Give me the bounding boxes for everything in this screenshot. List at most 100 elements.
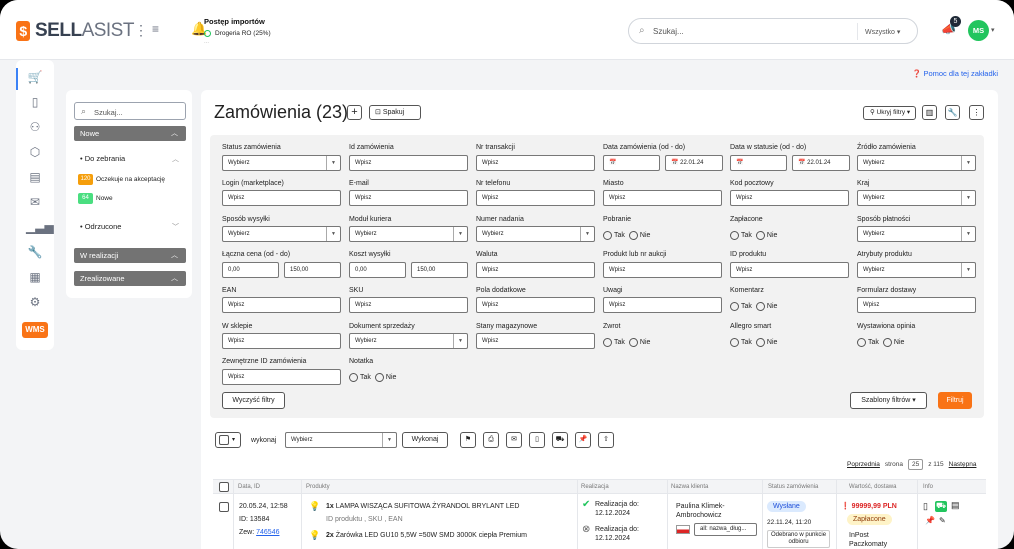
hide-filters-button[interactable]: ⚲ Ukryj filtry ▾ xyxy=(863,106,916,120)
more-vertical-icon[interactable]: ⋮ xyxy=(969,105,984,120)
apply-filter-button[interactable]: Filtruj xyxy=(938,392,972,409)
user-icon[interactable]: ⚇ xyxy=(26,118,44,136)
pay-method-select[interactable]: Wybierz ▼ xyxy=(857,226,976,242)
truck-icon[interactable]: ⛟ xyxy=(552,432,568,448)
print-icon[interactable]: ⎙ xyxy=(483,432,499,448)
select-all-dropdown[interactable]: ▾ xyxy=(215,432,241,448)
ship-cost-from-input[interactable]: 0,00 xyxy=(349,262,406,278)
columns-icon[interactable]: ▥ xyxy=(922,105,937,120)
mail-icon[interactable]: ✉ xyxy=(26,193,44,211)
wrench-icon[interactable]: 🔧 xyxy=(26,243,44,261)
comment-radio[interactable]: Tak Nie xyxy=(730,302,777,311)
truck-icon[interactable]: ⛟ xyxy=(935,501,947,512)
status-date-to[interactable]: 📅 22.01.24 xyxy=(792,155,850,171)
pin-icon[interactable]: 📌 xyxy=(575,432,591,448)
execute-button[interactable]: Wykonaj xyxy=(402,432,448,448)
order-id-input[interactable]: Wpisz xyxy=(349,155,468,171)
more-vertical-icon[interactable]: ⋮ xyxy=(134,22,148,39)
extra-fields-input[interactable]: Wpisz xyxy=(476,297,595,313)
paid-radio[interactable]: Tak Nie xyxy=(730,231,777,240)
import-progress[interactable]: Postęp importów Drogeria RO (25%) ... xyxy=(204,17,271,45)
product-line-1[interactable]: 1x LAMPA WISZĄCA SUFITOWA ŻYRANDOL BRYLA… xyxy=(326,502,519,511)
message-icon[interactable]: ▤ xyxy=(951,501,960,510)
row-checkbox[interactable] xyxy=(219,502,229,512)
sales-doc-select[interactable]: Wybierz ▼ xyxy=(349,333,468,349)
cart-icon[interactable]: 🛒 xyxy=(26,68,44,86)
flag-icon[interactable]: ⚑ xyxy=(460,432,476,448)
subgroup-collect[interactable]: • Do zebrania ︿ xyxy=(80,154,179,163)
ext-id-input[interactable]: Wpisz xyxy=(222,369,341,385)
avatar[interactable]: MS xyxy=(968,20,989,41)
cod-radio[interactable]: Tak Nie xyxy=(603,231,650,240)
filter-templates-button[interactable]: Szablony filtrów ▾ xyxy=(850,392,927,409)
order-date-from[interactable]: 📅 xyxy=(603,155,660,171)
city-input[interactable]: Wpisz xyxy=(603,190,722,206)
ship-cost-to-input[interactable]: 150,00 xyxy=(411,262,468,278)
document-icon[interactable]: ▯ xyxy=(923,502,928,511)
status-select[interactable]: Wybierz ▼ xyxy=(222,155,341,171)
mail-icon[interactable]: ✉ xyxy=(506,432,522,448)
chevron-down-icon[interactable]: ▾ xyxy=(991,26,995,34)
subgroup-rejected[interactable]: • Odrzucone ﹀ xyxy=(80,222,179,231)
wrench-icon[interactable]: 🔧 xyxy=(945,105,960,120)
ship-method-select[interactable]: Wybierz ▼ xyxy=(222,226,341,242)
next-page-link[interactable]: Następna xyxy=(949,461,977,468)
pack-button[interactable]: ⊡ Spakuj xyxy=(369,105,421,120)
search-input[interactable]: Szukaj... xyxy=(653,27,684,36)
return-radio[interactable]: Tak Nie xyxy=(603,338,650,347)
pencil-icon[interactable]: ✎ xyxy=(939,516,946,525)
file-icon[interactable]: ▤ xyxy=(26,168,44,186)
zip-input[interactable]: Wpisz xyxy=(730,190,849,206)
chart-icon[interactable]: ▁▃▅ xyxy=(26,218,54,236)
gear-icon[interactable]: ⚙ xyxy=(26,293,44,311)
attr-select[interactable]: Wybierz ▼ xyxy=(857,262,976,278)
bulk-action-select[interactable]: Wybierz ▼ xyxy=(285,432,397,448)
add-order-button[interactable]: + xyxy=(347,105,362,120)
phone-input[interactable]: Wpisz xyxy=(476,190,595,206)
group-in-progress[interactable]: W realizacji ︿ xyxy=(74,248,186,263)
email-field[interactable]: Wpisz xyxy=(349,190,468,206)
box-icon[interactable]: ⬡ xyxy=(26,143,44,161)
review-radio[interactable]: Tak Nie xyxy=(857,338,904,347)
login-input[interactable]: Wpisz xyxy=(222,190,341,206)
memo-radio[interactable]: Tak Nie xyxy=(349,373,396,382)
stock-input[interactable]: Wpisz xyxy=(476,333,595,349)
search-scope-select[interactable]: Wszystko ▾ xyxy=(865,28,900,36)
global-search[interactable]: ⌕ Szukaj... Wszystko ▾ xyxy=(628,18,918,44)
status-date-from[interactable]: 📅 xyxy=(730,155,787,171)
total-from-input[interactable]: 0,00 xyxy=(222,262,279,278)
brand-logo[interactable]: $ SELL ASIST xyxy=(16,20,134,42)
pin-icon[interactable]: 📌 xyxy=(925,516,935,525)
sidebar-search-input[interactable]: ⌕ Szukaj... xyxy=(74,102,186,120)
list-edit-icon[interactable]: ≡ xyxy=(152,22,159,36)
header-checkbox[interactable] xyxy=(219,482,229,492)
megaphone-icon[interactable]: 📣 5 xyxy=(941,16,961,36)
ean-input[interactable]: Wpisz xyxy=(222,297,341,313)
document-icon[interactable]: ▯ xyxy=(529,432,545,448)
allegro-radio[interactable]: Tak Nie xyxy=(730,338,777,347)
in-store-input[interactable]: Wpisz xyxy=(222,333,341,349)
page-input[interactable]: 25 xyxy=(907,459,924,470)
wms-button[interactable]: WMS xyxy=(22,322,48,338)
product-input[interactable]: Wpisz xyxy=(603,262,722,278)
source-select[interactable]: Wybierz ▼ xyxy=(857,155,976,171)
country-select[interactable]: Wybierz ▼ xyxy=(857,190,976,206)
warehouse-icon[interactable]: ▦ xyxy=(26,268,44,286)
clear-filters-button[interactable]: Wyczyść filtry xyxy=(222,392,285,409)
order-date-to[interactable]: 📅 22.01.24 xyxy=(665,155,723,171)
group-done[interactable]: Zrealizowane ︿ xyxy=(74,271,186,286)
status-item-pending[interactable]: Oczekuje na akceptację xyxy=(96,176,165,183)
delivery-form-input[interactable]: Wpisz xyxy=(857,297,976,313)
status-item-new[interactable]: Nowe xyxy=(96,195,113,202)
product-id-input[interactable]: Wpisz xyxy=(730,262,849,278)
tracking-select[interactable]: Wybierz ▼ xyxy=(476,226,595,242)
total-to-input[interactable]: 150,00 xyxy=(284,262,341,278)
courier-select[interactable]: Wybierz ▼ xyxy=(349,226,468,242)
currency-input[interactable]: Wpisz xyxy=(476,262,595,278)
external-id-link[interactable]: 746546 xyxy=(256,529,279,536)
prev-page-link[interactable]: Poprzednia xyxy=(847,461,880,468)
help-link[interactable]: ❓ Pomoc dla tej zakładki xyxy=(912,69,998,78)
client-tag[interactable]: all: nazwa_dług... xyxy=(694,523,757,536)
notes-input[interactable]: Wpisz xyxy=(603,297,722,313)
transaction-input[interactable]: Wpisz xyxy=(476,155,595,171)
